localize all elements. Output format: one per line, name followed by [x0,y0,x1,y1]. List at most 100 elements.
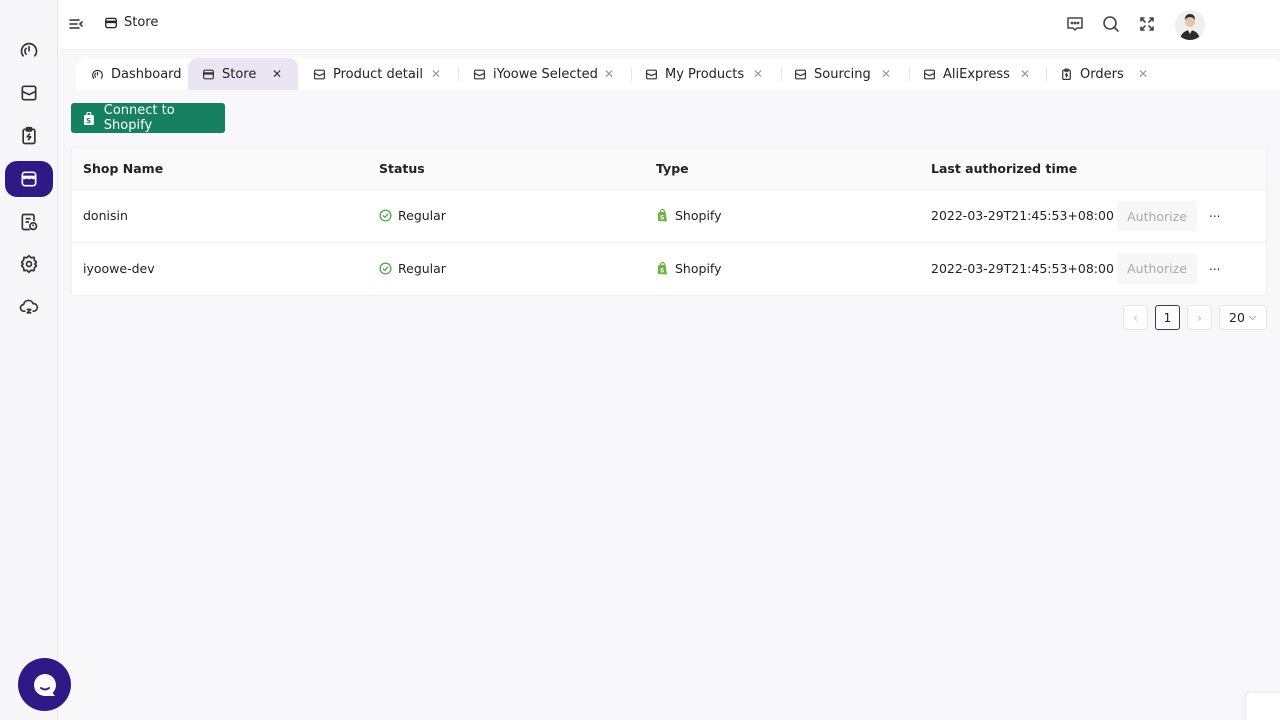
box-icon [314,69,325,79]
tab-label: Dashboard [111,66,182,82]
status-cell: Regular [379,261,446,276]
gauge-icon [20,42,38,57]
connect-button-label: Connect to Shopify [103,103,175,133]
column-header-last-authorized[interactable]: Last authorized time [931,161,1077,176]
close-tab-icon[interactable]: ✕ [1138,67,1148,81]
shop-name-cell: iyoowe-dev [83,260,155,276]
clipboard-bolt-icon [22,126,36,145]
more-actions-button[interactable]: ... [1209,259,1220,273]
close-tab-icon[interactable]: ✕ [272,67,282,81]
page-size-value: 20 [1229,310,1245,325]
close-tab-icon[interactable]: ✕ [431,67,441,81]
sidebar-item-products[interactable] [5,75,53,111]
table-row: iyoowe-dev Regular S Shopify 2022-03-29T… [72,243,1266,296]
chat-bubble-icon [33,673,56,696]
store-icon [105,17,117,28]
tab-separator [781,67,782,81]
check-circle-icon [379,261,392,275]
tab-store[interactable]: Store ✕ [188,58,298,90]
chevron-left-icon: ‹ [1133,310,1138,325]
close-tab-icon[interactable]: ✕ [881,67,891,81]
gauge-icon [92,69,103,79]
sidebar [0,0,58,720]
authorize-button[interactable]: Authorize [1117,253,1197,284]
more-actions-button[interactable]: ... [1209,206,1220,220]
tab-separator [631,67,632,81]
next-page-button[interactable]: › [1187,305,1212,330]
sidebar-item-store[interactable] [5,161,53,197]
box-icon [924,69,935,79]
tab-label: Product detail [333,66,424,82]
table-header: Shop Name Status Type Last authorized ti… [72,148,1266,190]
authorize-button[interactable]: Authorize [1117,201,1197,231]
tab-separator [1046,67,1047,81]
top-bar: Store [59,0,1280,50]
column-header-shop-name[interactable]: Shop Name [83,161,163,176]
status-text: Regular [398,260,446,276]
shops-table: Shop Name Status Type Last authorized ti… [71,147,1267,296]
sidebar-item-sync[interactable] [5,289,53,325]
sidebar-item-reports[interactable] [5,204,53,240]
cloud-sync-icon [19,299,39,314]
tab-label: AliExpress [943,66,1010,82]
status-cell: Regular [379,208,446,223]
page-size-select[interactable]: 20 [1219,305,1267,330]
close-tab-icon[interactable]: ✕ [604,67,614,81]
box-icon [21,85,37,101]
tab-separator [909,67,910,81]
column-header-status[interactable]: Status [379,161,425,176]
tab-label: Store [222,66,257,82]
shopify-bag-icon: S [83,111,94,124]
connect-to-shopify-button[interactable]: S Connect to Shopify [71,103,225,133]
close-tab-icon[interactable]: ✕ [753,67,763,81]
breadcrumb-current: Store [124,15,159,30]
user-avatar[interactable] [1175,10,1205,40]
chevron-down-icon [1248,315,1257,320]
chat-button[interactable] [18,658,71,711]
message-icon[interactable] [1065,14,1085,34]
tab-dashboard[interactable]: Dashboard [91,58,187,90]
corner-widget[interactable] [1245,692,1280,720]
prev-page-button[interactable]: ‹ [1123,305,1148,330]
shopify-logo-icon: S [658,261,667,274]
type-text: Shopify [675,208,722,223]
column-header-type[interactable]: Type [656,161,689,176]
type-cell: S Shopify [656,261,722,276]
shopify-logo-icon: S [658,209,667,222]
tab-label: Sourcing [814,66,871,82]
close-tab-icon[interactable]: ✕ [1020,67,1030,81]
store-icon [203,69,214,79]
tab-label: Orders [1080,66,1124,82]
type-cell: S Shopify [656,208,722,223]
tab-aliexpress[interactable]: AliExpress ✕ [923,58,1038,90]
tab-iyoowe-selected[interactable]: iYoowe Selected ✕ [473,58,623,90]
status-text: Regular [398,208,446,223]
sidebar-item-orders[interactable] [5,118,53,154]
breadcrumb: Store [104,15,158,30]
gear-icon [20,254,38,274]
tab-my-products[interactable]: My Products ✕ [645,58,775,90]
tab-orders[interactable]: Orders ✕ [1060,58,1155,90]
last-authorized-cell: 2022-03-29T21:45:53+08:00 [931,208,1114,223]
fullscreen-icon[interactable] [1137,14,1157,34]
check-circle-icon [379,209,392,222]
document-clock-icon [21,213,38,231]
menu-collapse-icon[interactable] [67,15,85,33]
last-authorized-cell: 2022-03-29T21:45:53+08:00 [931,260,1114,276]
chevron-right-icon: › [1197,310,1202,325]
sidebar-item-settings[interactable] [5,246,53,282]
box-icon [795,69,806,79]
box-icon [474,69,485,79]
store-icon [21,171,37,187]
tab-sourcing[interactable]: Sourcing ✕ [794,58,899,90]
page-number: 1 [1163,310,1172,325]
tab-product-detail[interactable]: Product detail ✕ [313,58,453,90]
page-1-button[interactable]: 1 [1155,305,1180,330]
tab-label: iYoowe Selected [493,66,598,82]
table-row: donisin Regular S Shopify 2022-03-29T21:… [72,190,1266,243]
tab-separator [458,67,459,81]
sidebar-item-dashboard[interactable] [5,32,53,68]
type-text: Shopify [675,260,722,276]
shop-name-cell: donisin [83,208,128,223]
search-icon[interactable] [1101,14,1121,34]
